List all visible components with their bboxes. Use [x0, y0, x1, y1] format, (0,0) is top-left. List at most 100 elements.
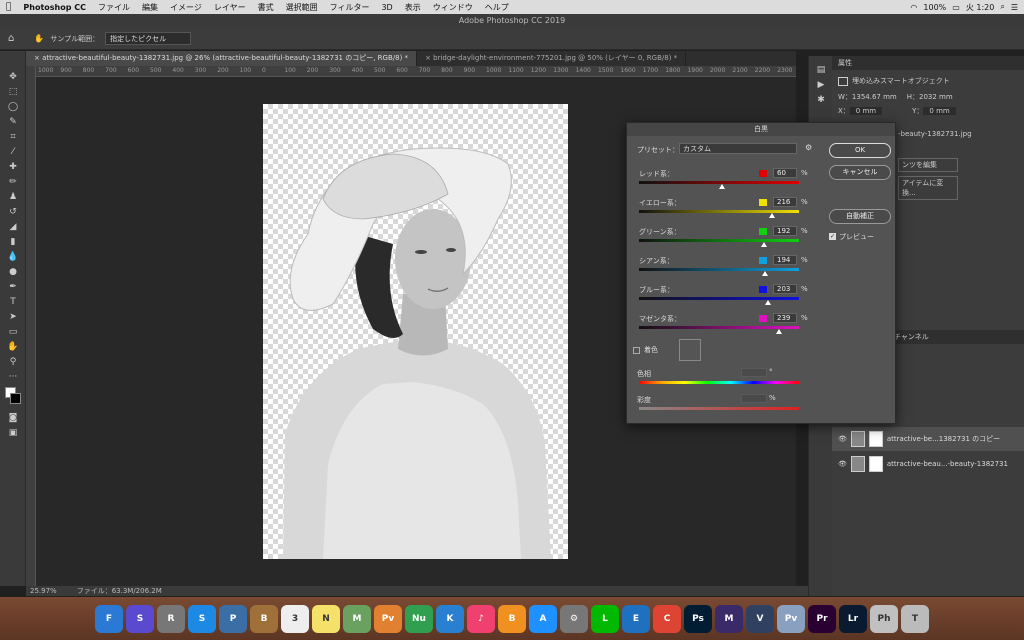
menu-image[interactable]: イメージ: [164, 2, 208, 13]
cancel-button[interactable]: キャンセル: [829, 165, 891, 180]
dock-app-icon[interactable]: Nu: [405, 604, 433, 633]
dock-app-icon[interactable]: L: [591, 604, 619, 633]
eye-icon[interactable]: 👁: [838, 460, 847, 468]
slider-track[interactable]: [639, 239, 799, 242]
zoom-tool-icon[interactable]: ⚲: [0, 354, 26, 369]
menu-filter[interactable]: フィルター: [324, 2, 376, 13]
slider-track[interactable]: [639, 326, 799, 329]
dock-app-icon[interactable]: M: [343, 604, 371, 633]
layer-name[interactable]: attractive-be...1382731 のコピー: [887, 434, 1000, 444]
preset-select[interactable]: カスタム: [679, 143, 797, 154]
dock-app-icon[interactable]: 3: [281, 604, 309, 633]
pen-tool-icon[interactable]: ✒: [0, 279, 26, 294]
dock-app-icon[interactable]: Pr: [808, 604, 836, 633]
screen-mode-icon[interactable]: ▣: [0, 425, 26, 440]
layer-row[interactable]: 👁 attractive-beau...-beauty-1382731: [832, 452, 1024, 476]
dock-app-icon[interactable]: P: [219, 604, 247, 633]
dock-app-icon[interactable]: M: [715, 604, 743, 633]
eyedropper-tool-icon[interactable]: ✋: [34, 34, 44, 43]
hand-tool-icon[interactable]: ✋: [0, 339, 26, 354]
zoom-level[interactable]: 25.97%: [30, 586, 57, 596]
slider-thumb[interactable]: [769, 213, 776, 218]
dock-app-icon[interactable]: ⚙: [560, 604, 588, 633]
preview-checkbox[interactable]: ✓: [829, 233, 836, 240]
slider-track[interactable]: [639, 297, 799, 300]
properties-tab[interactable]: 属性: [832, 56, 1024, 70]
gradient-tool-icon[interactable]: ▮: [0, 234, 26, 249]
slider-thumb[interactable]: [764, 300, 771, 305]
layer-row[interactable]: 👁 attractive-be...1382731 のコピー: [832, 427, 1024, 451]
healing-brush-icon[interactable]: ✚: [0, 159, 26, 174]
dock-app-icon[interactable]: Lr: [839, 604, 867, 633]
menu-file[interactable]: ファイル: [92, 2, 136, 13]
dock-app-icon[interactable]: ♪: [467, 604, 495, 633]
history-brush-icon[interactable]: ↺: [0, 204, 26, 219]
crop-tool-icon[interactable]: ⌗: [0, 129, 26, 144]
dodge-tool-icon[interactable]: ●: [0, 264, 26, 279]
lasso-tool-icon[interactable]: ◯: [0, 99, 26, 114]
ok-button[interactable]: OK: [829, 143, 891, 158]
document-canvas[interactable]: [263, 104, 568, 559]
adjust-panel-icon[interactable]: ✱: [809, 92, 833, 107]
dock-app-icon[interactable]: F: [95, 604, 123, 633]
convert-button[interactable]: アイテムに変換...: [898, 176, 958, 200]
menu-window[interactable]: ウィンドウ: [427, 2, 479, 13]
y-value[interactable]: 0 mm: [923, 107, 956, 115]
eye-icon[interactable]: 👁: [838, 435, 847, 443]
dock-app-icon[interactable]: T: [901, 604, 929, 633]
dock-app-icon[interactable]: E: [622, 604, 650, 633]
sample-select[interactable]: 指定したピクセル: [105, 32, 192, 45]
tint-color-swatch[interactable]: [679, 339, 701, 361]
menu-select[interactable]: 選択範囲: [280, 2, 324, 13]
dock-app-icon[interactable]: K: [436, 604, 464, 633]
clock[interactable]: 火 1:20: [966, 2, 995, 13]
menu-3d[interactable]: 3D: [375, 3, 398, 12]
dock-app-icon[interactable]: Ps: [684, 604, 712, 633]
tab-document-1[interactable]: × attractive-beautiful-beauty-1382731.jp…: [26, 51, 418, 66]
auto-button[interactable]: 自動補正: [829, 209, 891, 224]
menu-list-icon[interactable]: ☰: [1011, 3, 1018, 12]
slider-value-input[interactable]: 203: [773, 284, 797, 294]
apple-menu[interactable]: : [0, 2, 17, 12]
slider-thumb[interactable]: [719, 184, 726, 189]
actions-panel-icon[interactable]: ▶: [809, 77, 833, 92]
slider-thumb[interactable]: [776, 329, 783, 334]
quick-mask-icon[interactable]: ◙: [0, 410, 26, 425]
w-value[interactable]: 1354.67 mm: [852, 93, 897, 101]
menu-layer[interactable]: レイヤー: [208, 2, 252, 13]
slider-thumb[interactable]: [761, 242, 768, 247]
h-value[interactable]: 2032 mm: [919, 93, 953, 101]
dock-app-icon[interactable]: Pv: [374, 604, 402, 633]
dock-app-icon[interactable]: V: [746, 604, 774, 633]
menu-edit[interactable]: 編集: [136, 2, 164, 13]
tab-document-2[interactable]: × bridge-daylight-environment-775201.jpg…: [417, 51, 687, 66]
edit-contents-button[interactable]: ンツを編集: [898, 158, 958, 172]
menu-view[interactable]: 表示: [399, 2, 427, 13]
slider-track[interactable]: [639, 268, 799, 271]
wifi-icon[interactable]: ◠: [910, 3, 917, 12]
more-tools-icon[interactable]: ···: [0, 369, 26, 384]
saturation-value[interactable]: [741, 394, 767, 403]
menu-help[interactable]: ヘルプ: [479, 2, 515, 13]
x-value[interactable]: 0 mm: [849, 107, 883, 115]
home-icon[interactable]: ⌂: [8, 33, 14, 44]
menu-type[interactable]: 書式: [252, 2, 280, 13]
dock-app-icon[interactable]: S: [188, 604, 216, 633]
slider-value-input[interactable]: 239: [773, 313, 797, 323]
tint-checkbox[interactable]: [633, 347, 640, 354]
dock-app-icon[interactable]: C: [653, 604, 681, 633]
slider-value-input[interactable]: 194: [773, 255, 797, 265]
app-menu[interactable]: Photoshop CC: [17, 3, 92, 12]
slider-value-input[interactable]: 216: [773, 197, 797, 207]
dock-app-icon[interactable]: Pv: [777, 604, 805, 633]
dock-app-icon[interactable]: Ph: [870, 604, 898, 633]
hue-value[interactable]: [741, 368, 767, 377]
move-tool-icon[interactable]: ✥: [0, 69, 26, 84]
saturation-track[interactable]: [639, 407, 799, 410]
brush-tool-icon[interactable]: ✏: [0, 174, 26, 189]
blur-tool-icon[interactable]: 💧: [0, 249, 26, 264]
dock-app-icon[interactable]: B: [250, 604, 278, 633]
path-select-icon[interactable]: ➤: [0, 309, 26, 324]
dock-app-icon[interactable]: N: [312, 604, 340, 633]
dock-app-icon[interactable]: B: [498, 604, 526, 633]
